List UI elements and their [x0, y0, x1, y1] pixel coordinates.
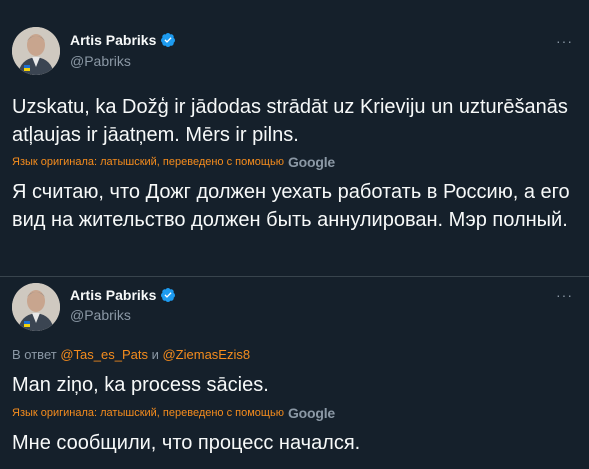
- author-name[interactable]: Artis Pabriks: [70, 32, 176, 48]
- reply-and: и: [151, 347, 159, 362]
- tweet[interactable]: Artis Pabriks @Pabriks ··· В ответ @Tas_…: [0, 277, 589, 469]
- author-handle[interactable]: @Pabriks: [70, 307, 131, 323]
- verified-badge-icon: [160, 32, 176, 48]
- author-handle[interactable]: @Pabriks: [70, 53, 131, 69]
- google-logo[interactable]: Google: [288, 405, 335, 421]
- tweet-original-text: Man ziņo, ka process sācies.: [12, 374, 269, 396]
- translation-note-text: Язык оригинала: латышский, переведено с …: [12, 407, 284, 419]
- reply-context: В ответ @Tas_es_Pats и @ZiemasEzis8: [12, 347, 250, 362]
- avatar[interactable]: [12, 27, 60, 75]
- avatar[interactable]: [12, 283, 60, 331]
- reply-prefix: В ответ: [12, 347, 57, 362]
- google-logo[interactable]: Google: [288, 154, 335, 170]
- tweet-translated-text: Я считаю, что Дожг должен уехать работат…: [12, 181, 570, 231]
- verified-badge-icon: [160, 287, 176, 303]
- reply-mention-link[interactable]: @ZiemasEzis8: [162, 347, 250, 362]
- more-options-icon[interactable]: ···: [556, 33, 573, 49]
- author-name-text: Artis Pabriks: [70, 32, 157, 48]
- tweet-translated-text: Мне сообщили, что процесс начался.: [12, 432, 361, 454]
- avatar-photo: [12, 27, 60, 75]
- more-options-icon[interactable]: ···: [556, 287, 573, 303]
- translation-note-text: Язык оригинала: латышский, переведено с …: [12, 156, 284, 168]
- author-name[interactable]: Artis Pabriks: [70, 287, 176, 303]
- translation-note: Язык оригинала: латышский, переведено с …: [12, 405, 335, 421]
- translation-note: Язык оригинала: латышский, переведено с …: [12, 154, 335, 170]
- reply-mention-link[interactable]: @Tas_es_Pats: [60, 347, 148, 362]
- tweet[interactable]: Artis Pabriks @Pabriks ··· Uzskatu, ka D…: [0, 0, 589, 276]
- tweet-original-text: Uzskatu, ka Dožģ ir jādodas strādāt uz K…: [12, 96, 568, 146]
- author-name-text: Artis Pabriks: [70, 287, 157, 303]
- avatar-photo: [12, 283, 60, 331]
